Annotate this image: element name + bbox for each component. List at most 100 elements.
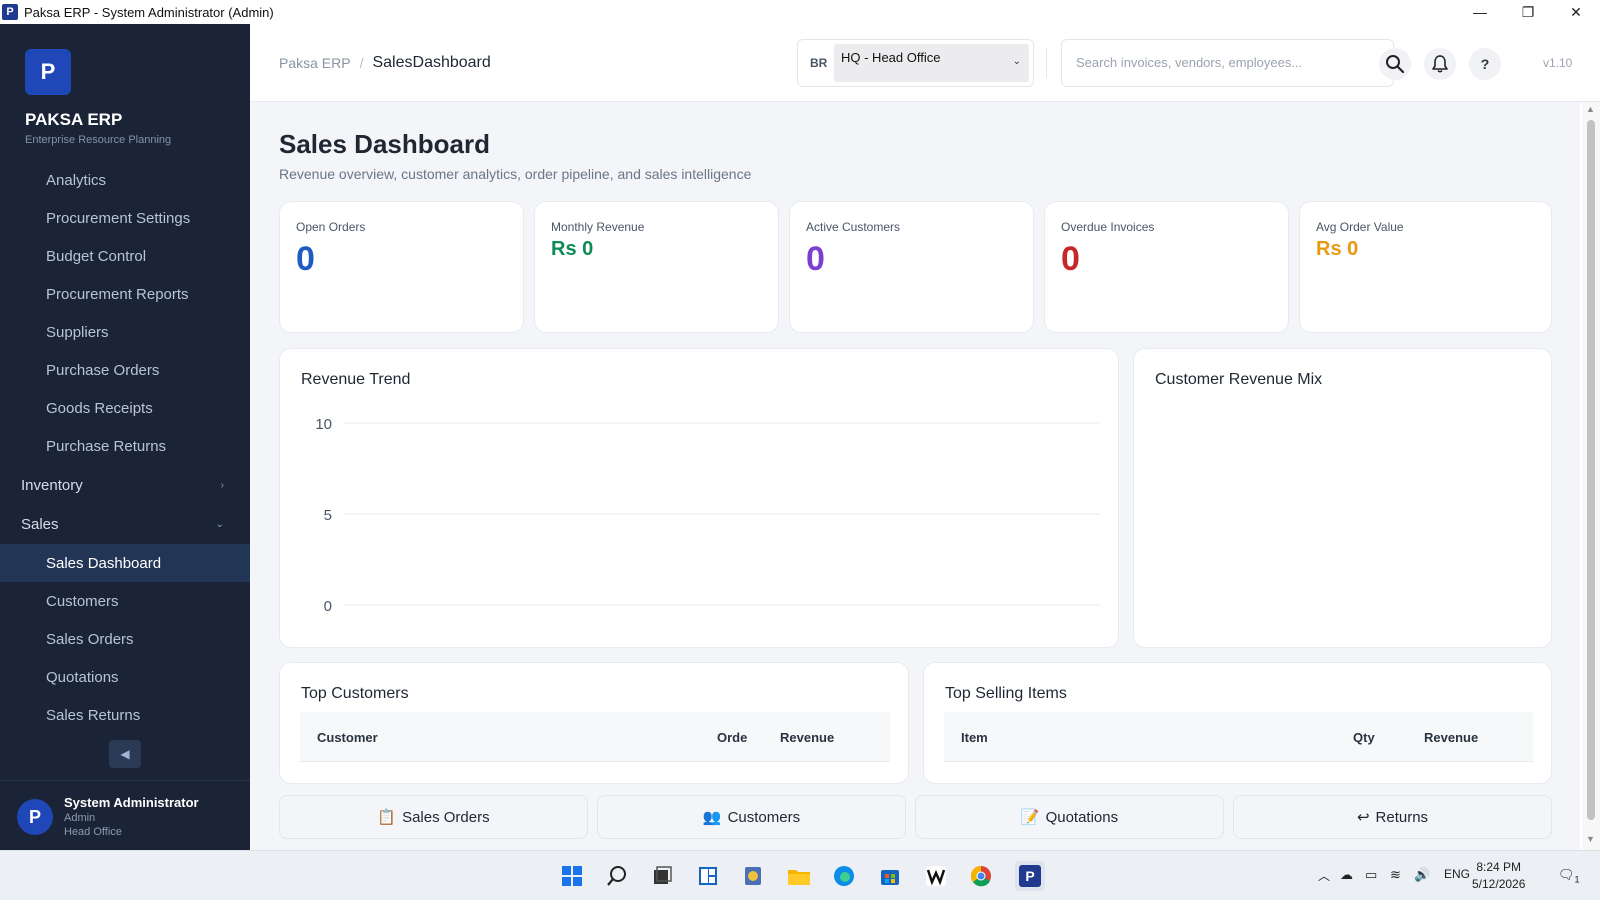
sidebar: P PAKSA ERP Enterprise Resource Planning…: [0, 24, 250, 850]
button-label: Returns: [1375, 808, 1429, 826]
scrollbar-thumb[interactable]: [1587, 120, 1595, 820]
column-header-customer[interactable]: Customer: [317, 730, 378, 745]
clock-date: 5/12/2026: [1472, 877, 1526, 891]
revenue-trend-card: Revenue Trend 10 5 0: [279, 348, 1119, 648]
sidebar-item-purchase-orders[interactable]: Purchase Orders: [0, 351, 250, 389]
kpi-value: Rs 0: [551, 238, 594, 260]
y-tick-label: 5: [324, 507, 332, 524]
minimize-button[interactable]: —: [1456, 0, 1504, 24]
app-logo: P: [25, 49, 71, 95]
user-branch: Head Office: [64, 826, 122, 838]
customer-revenue-mix-title: Customer Revenue Mix: [1155, 371, 1323, 388]
chevron-right-icon: ›: [220, 479, 224, 491]
button-label: Customers: [727, 808, 801, 826]
scroll-down-arrow-icon[interactable]: ▼: [1586, 834, 1595, 844]
user-name: System Administrator: [64, 795, 199, 810]
top-selling-items-card: Top Selling Items Item Qty Revenue: [923, 662, 1552, 784]
returns-button[interactable]: ↩ Returns: [1233, 795, 1552, 839]
notifications-button[interactable]: [1424, 48, 1456, 80]
button-label: Quotations: [1045, 808, 1119, 826]
column-header-orders[interactable]: Orde: [717, 730, 747, 745]
language-indicator[interactable]: ENG: [1444, 867, 1470, 881]
page-title: Sales Dashboard: [279, 129, 490, 159]
sidebar-item-sales-returns[interactable]: Sales Returns: [0, 696, 250, 734]
sidebar-item-sales-dashboard[interactable]: Sales Dashboard: [0, 544, 250, 582]
svg-text:P: P: [1025, 868, 1034, 884]
sidebar-group-inventory[interactable]: Inventory ›: [0, 466, 250, 504]
column-header-qty[interactable]: Qty: [1353, 730, 1375, 745]
sidebar-item-goods-receipts[interactable]: Goods Receipts: [0, 389, 250, 427]
y-tick-label: 10: [315, 416, 332, 433]
avatar[interactable]: P: [17, 799, 53, 835]
help-button[interactable]: ?: [1469, 48, 1501, 80]
paksa-erp-taskbar-icon[interactable]: P: [1015, 861, 1045, 891]
window-titlebar: P Paksa ERP - System Administrator (Admi…: [0, 0, 1600, 24]
quotations-button[interactable]: 📝 Quotations: [915, 795, 1224, 839]
sidebar-item-customers[interactable]: Customers: [0, 582, 250, 620]
scroll-up-arrow-icon[interactable]: ▲: [1586, 104, 1595, 114]
column-header-revenue[interactable]: Revenue: [1424, 730, 1478, 745]
breadcrumb: Paksa ERP / SalesDashboard: [279, 54, 491, 72]
chevron-up-icon[interactable]: ︿: [1318, 867, 1330, 884]
edit-document-icon: 📝: [1020, 809, 1040, 826]
windows-taskbar: P ︿ ☁ ▭ ≋ 🔊 ENG 8:24 PM 5/12/2026 🗨1: [0, 850, 1600, 900]
column-header-item[interactable]: Item: [961, 730, 988, 745]
branch-dropdown[interactable]: HQ - Head Office ⌄: [834, 44, 1029, 82]
restore-button[interactable]: ❐: [1504, 0, 1552, 24]
taskbar-search-icon[interactable]: [602, 861, 632, 891]
app-badge-icon[interactable]: [738, 861, 768, 891]
version-label: v1.10: [1543, 56, 1573, 70]
branch-selector: BR HQ - Head Office ⌄: [797, 39, 1034, 87]
column-header-revenue[interactable]: Revenue: [780, 730, 834, 745]
chevron-down-icon: ⌄: [1012, 56, 1021, 67]
notification-center-icon[interactable]: 🗨1: [1558, 867, 1580, 885]
start-menu-icon[interactable]: [557, 861, 587, 891]
cloud-icon[interactable]: ☁: [1340, 867, 1353, 883]
store-icon[interactable]: [875, 861, 905, 891]
volume-icon[interactable]: 🔊: [1414, 867, 1430, 883]
brand-tagline: Enterprise Resource Planning: [25, 134, 172, 146]
sidebar-item-analytics[interactable]: Analytics: [0, 161, 250, 199]
top-items-table-header: Item Qty Revenue: [944, 712, 1533, 762]
sidebar-item-procurement-settings[interactable]: Procurement Settings: [0, 199, 250, 237]
page-subtitle: Revenue overview, customer analytics, or…: [279, 166, 752, 182]
writer-app-icon[interactable]: [921, 861, 951, 891]
kpi-value: Rs 0: [1316, 238, 1359, 260]
sidebar-group-sales[interactable]: Sales ⌄: [0, 505, 250, 543]
battery-icon[interactable]: ▭: [1365, 867, 1377, 883]
sidebar-item-suppliers[interactable]: Suppliers: [0, 313, 250, 351]
collapse-sidebar-button[interactable]: ◀: [109, 740, 141, 768]
kpi-label: Monthly Revenue: [551, 220, 645, 234]
chrome-browser-icon[interactable]: [966, 861, 996, 891]
top-header: Paksa ERP / SalesDashboard BR HQ - Head …: [250, 24, 1600, 102]
app-icon: P: [2, 4, 18, 20]
taskbar-clock[interactable]: 8:24 PM 5/12/2026: [1472, 859, 1525, 893]
kpi-value: 0: [296, 240, 315, 278]
sidebar-item-quotations[interactable]: Quotations: [0, 658, 250, 696]
button-label: Sales Orders: [402, 808, 490, 826]
task-view-icon[interactable]: [647, 861, 677, 891]
wifi-icon[interactable]: ≋: [1390, 867, 1401, 883]
sales-orders-button[interactable]: 📋 Sales Orders: [279, 795, 588, 839]
sidebar-item-sales-orders[interactable]: Sales Orders: [0, 620, 250, 658]
customers-button[interactable]: 👥 Customers: [597, 795, 906, 839]
search-input[interactable]: Search invoices, vendors, employees...: [1061, 39, 1394, 87]
revenue-trend-chart: 10 5 0: [315, 416, 1100, 615]
sidebar-item-budget-control[interactable]: Budget Control: [0, 237, 250, 275]
branch-value: HQ - Head Office: [841, 50, 941, 65]
breadcrumb-root[interactable]: Paksa ERP: [279, 55, 351, 71]
search-button[interactable]: [1379, 48, 1411, 80]
sidebar-item-purchase-returns[interactable]: Purchase Returns: [0, 427, 250, 465]
kpi-value: 0: [1061, 240, 1080, 278]
widgets-icon[interactable]: [693, 861, 723, 891]
sidebar-item-procurement-reports[interactable]: Procurement Reports: [0, 275, 250, 313]
file-explorer-icon[interactable]: [784, 861, 814, 891]
sidebar-group-label: Inventory: [21, 476, 83, 494]
kpi-label: Active Customers: [806, 220, 901, 234]
close-button[interactable]: ✕: [1552, 0, 1600, 24]
edge-browser-icon[interactable]: [829, 861, 859, 891]
clipboard-icon: 📋: [377, 809, 397, 826]
chevron-down-icon: ⌄: [215, 518, 224, 530]
vertical-scrollbar[interactable]: ▲ ▼: [1582, 102, 1600, 850]
brand-name: PAKSA ERP: [25, 110, 123, 129]
